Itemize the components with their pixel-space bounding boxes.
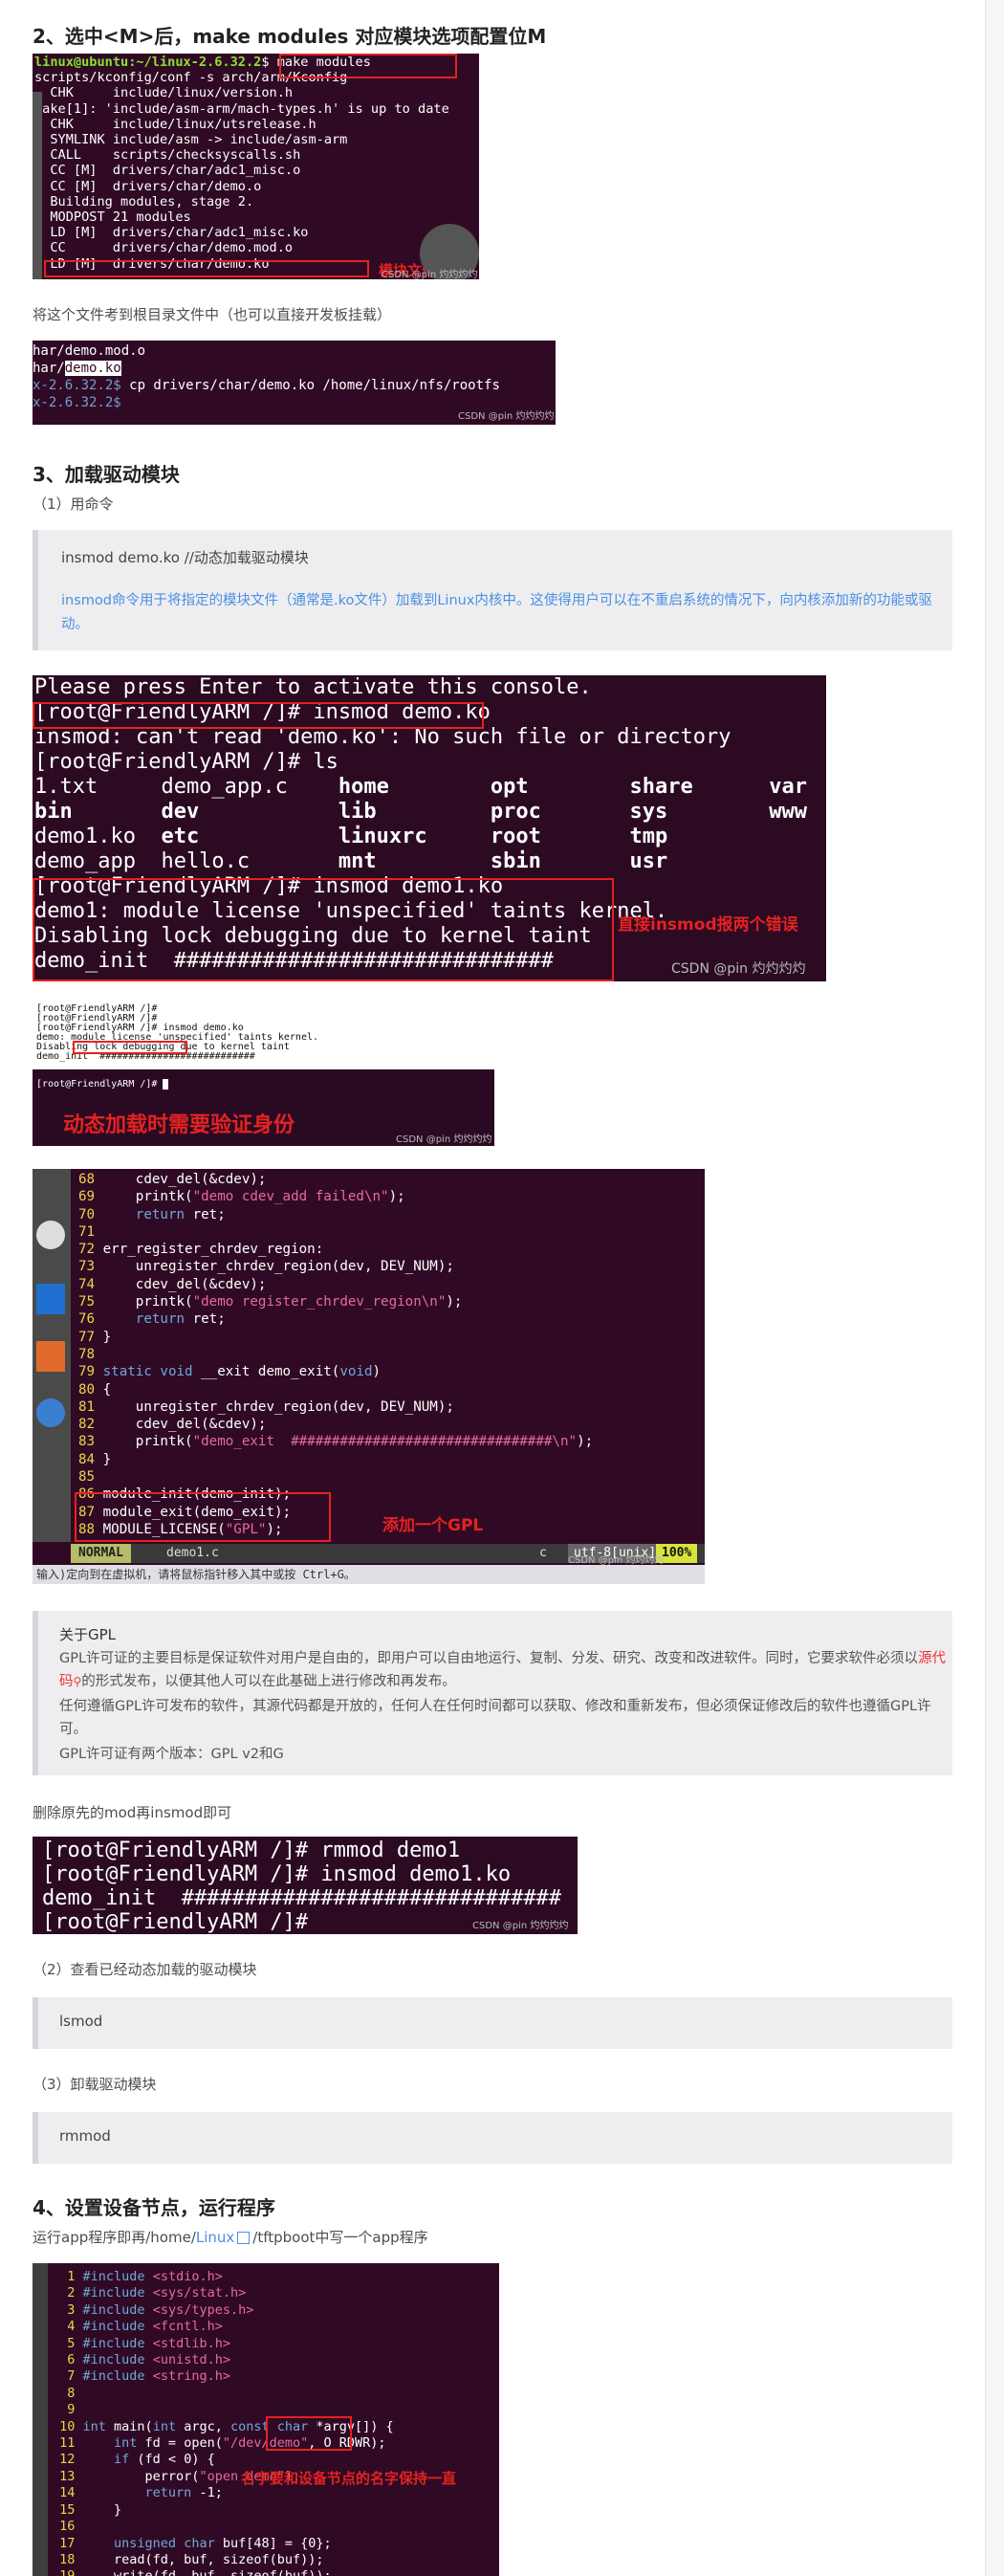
gpl-p1-text-end: 的形式发布，以便其他人可以在此基础上进行修改和再发布。	[81, 1674, 456, 1689]
copy-note: 将这个文件考到根目录文件中（也可以直接开发板挂载）	[33, 306, 392, 323]
gpl-paragraph-3: GPL许可证有两个版本：GPL v2和G	[59, 1747, 284, 1762]
vim-mode: NORMAL	[71, 1544, 131, 1563]
highlight-box	[73, 1041, 187, 1054]
right-sidebar-strip	[985, 0, 1004, 2576]
search-icon	[237, 2232, 251, 2244]
highlight-box	[33, 702, 484, 729]
license-terminal-light: [root@FriendlyARM /]# [root@FriendlyARM …	[33, 1002, 494, 1069]
app-note-text: 运行app程序即再/home/	[33, 2229, 196, 2246]
linux-link[interactable]: Linux	[196, 2229, 234, 2246]
gpl-paragraph-2: 任何遵循GPL许可发布的软件，其源代码都是开放的，任何人在任何时间都可以获取、修…	[59, 1699, 931, 1737]
make-modules-terminal: linux@ubuntu:~/linux-2.6.32.2$ make modu…	[33, 54, 479, 279]
watermark: CSDN @pin 灼灼灼灼	[568, 1555, 665, 1566]
highlight-box	[33, 878, 614, 981]
quote-gpl: 关于GPL GPL许可证的主要目标是保证软件对用户是自由的，即用户可以自由地运行…	[33, 1611, 952, 1775]
search-icon: ⚲	[73, 1675, 82, 1688]
highlight-box	[44, 260, 369, 277]
insmod-terminal: Please press Enter to activate this cons…	[33, 675, 826, 981]
annotation-two-errors: 直接insmod报两个错误	[618, 915, 798, 935]
section-3-heading: 3、加载驱动模块	[33, 463, 180, 486]
quote-insmod: insmod demo.ko //动态加载驱动模块 insmod命令用于将指定的…	[33, 530, 952, 650]
highlight-box	[266, 2416, 352, 2451]
highlight-box	[75, 1492, 331, 1542]
help-icon	[36, 1398, 65, 1427]
section-4-heading: 4、设置设备节点，运行程序	[33, 2196, 275, 2219]
quote-rmmod: rmmod	[33, 2112, 952, 2164]
watermark: CSDN @pin 灼灼灼灼	[458, 411, 555, 422]
vmware-hint-bar: 输入)定向到在虚拟机，请将鼠标指针移入其中或按 Ctrl+G。	[33, 1565, 705, 1584]
app-source-window: 1 #include <stdio.h> 2 #include <sys/sta…	[33, 2263, 499, 2576]
watermark: CSDN @pin 灼灼灼灼	[472, 1921, 569, 1931]
launcher-strip	[33, 2263, 48, 2576]
sub-heading-1: （1）用命令	[33, 495, 114, 513]
vim-filetype: c	[539, 1546, 547, 1560]
vim-code: 68 cdev_del(&cdev); 69 printk("demo cdev…	[78, 1172, 594, 1537]
quote-lsmod: lsmod	[33, 1997, 952, 2049]
rmmod-command: rmmod	[59, 2127, 111, 2145]
lsmod-command: lsmod	[59, 2013, 103, 2030]
app-note: 运行app程序即再/home/Linux/tftpboot中写一个app程序	[33, 2227, 428, 2247]
gpl-title: 关于GPL	[59, 1626, 117, 1643]
sub-heading-2: （2）查看已经动态加载的驱动模块	[33, 1961, 257, 1978]
rmmod-note: 删除原先的mod再insmod即可	[33, 1804, 232, 1821]
quote-insmod-desc: insmod命令用于将指定的模块文件（通常是.ko文件）加载到Linux内核中。…	[61, 593, 932, 632]
highlight-box	[279, 54, 457, 78]
watermark: CSDN @pin 灼灼灼灼	[396, 1134, 492, 1145]
license-terminal-gap	[33, 1069, 494, 1079]
watermark: CSDN @pin 灼灼灼灼	[382, 270, 478, 279]
annotation-verify-identity: 动态加载时需要验证身份	[63, 1113, 295, 1137]
launcher-strip	[33, 92, 42, 279]
rmmod-terminal: [root@FriendlyARM /]# rmmod demo1 [root@…	[33, 1837, 578, 1934]
document-icon	[36, 1284, 65, 1314]
watermark: CSDN @pin 灼灼灼灼	[671, 961, 806, 977]
license-terminal: [root@FriendlyARM /]# [root@FriendlyARM …	[33, 1002, 494, 1146]
vim-filename: demo1.c	[166, 1546, 219, 1560]
sub-heading-3: （3）卸载驱动模块	[33, 2076, 157, 2093]
app-icon	[36, 1221, 65, 1249]
annotation-add-gpl: 添加一个GPL	[382, 1516, 484, 1535]
quote-insmod-command: insmod demo.ko //动态加载驱动模块	[61, 549, 309, 566]
make-modules-output: linux@ubuntu:~/linux-2.6.32.2$ make modu…	[34, 55, 449, 272]
launcher-bar	[33, 1169, 71, 1542]
cp-output: har/demo.mod.o har/demo.ko x-2.6.32.2$ c…	[33, 343, 500, 410]
license-prompt: [root@FriendlyARM /]#	[36, 1079, 169, 1090]
app-note-text-end: /tftpboot中写一个app程序	[252, 2229, 428, 2246]
gpl-p1-text: GPL许可证的主要目标是保证软件对用户是自由的，即用户可以自由地运行、复制、分发…	[59, 1651, 919, 1666]
section-2-heading: 2、选中<M>后，make modules 对应模块选项配置位M	[33, 25, 547, 48]
annotation-name-match: 名字要和设备节点的名字保持一直	[241, 2470, 457, 2487]
software-center-icon	[36, 1341, 65, 1372]
vim-source-window: 68 cdev_del(&cdev); 69 printk("demo cdev…	[33, 1169, 705, 1584]
gpl-paragraph-1: GPL许可证的主要目标是保证软件对用户是自由的，即用户可以自由地运行、复制、分发…	[59, 1647, 947, 1693]
cp-terminal: har/demo.mod.o har/demo.ko x-2.6.32.2$ c…	[33, 341, 556, 425]
